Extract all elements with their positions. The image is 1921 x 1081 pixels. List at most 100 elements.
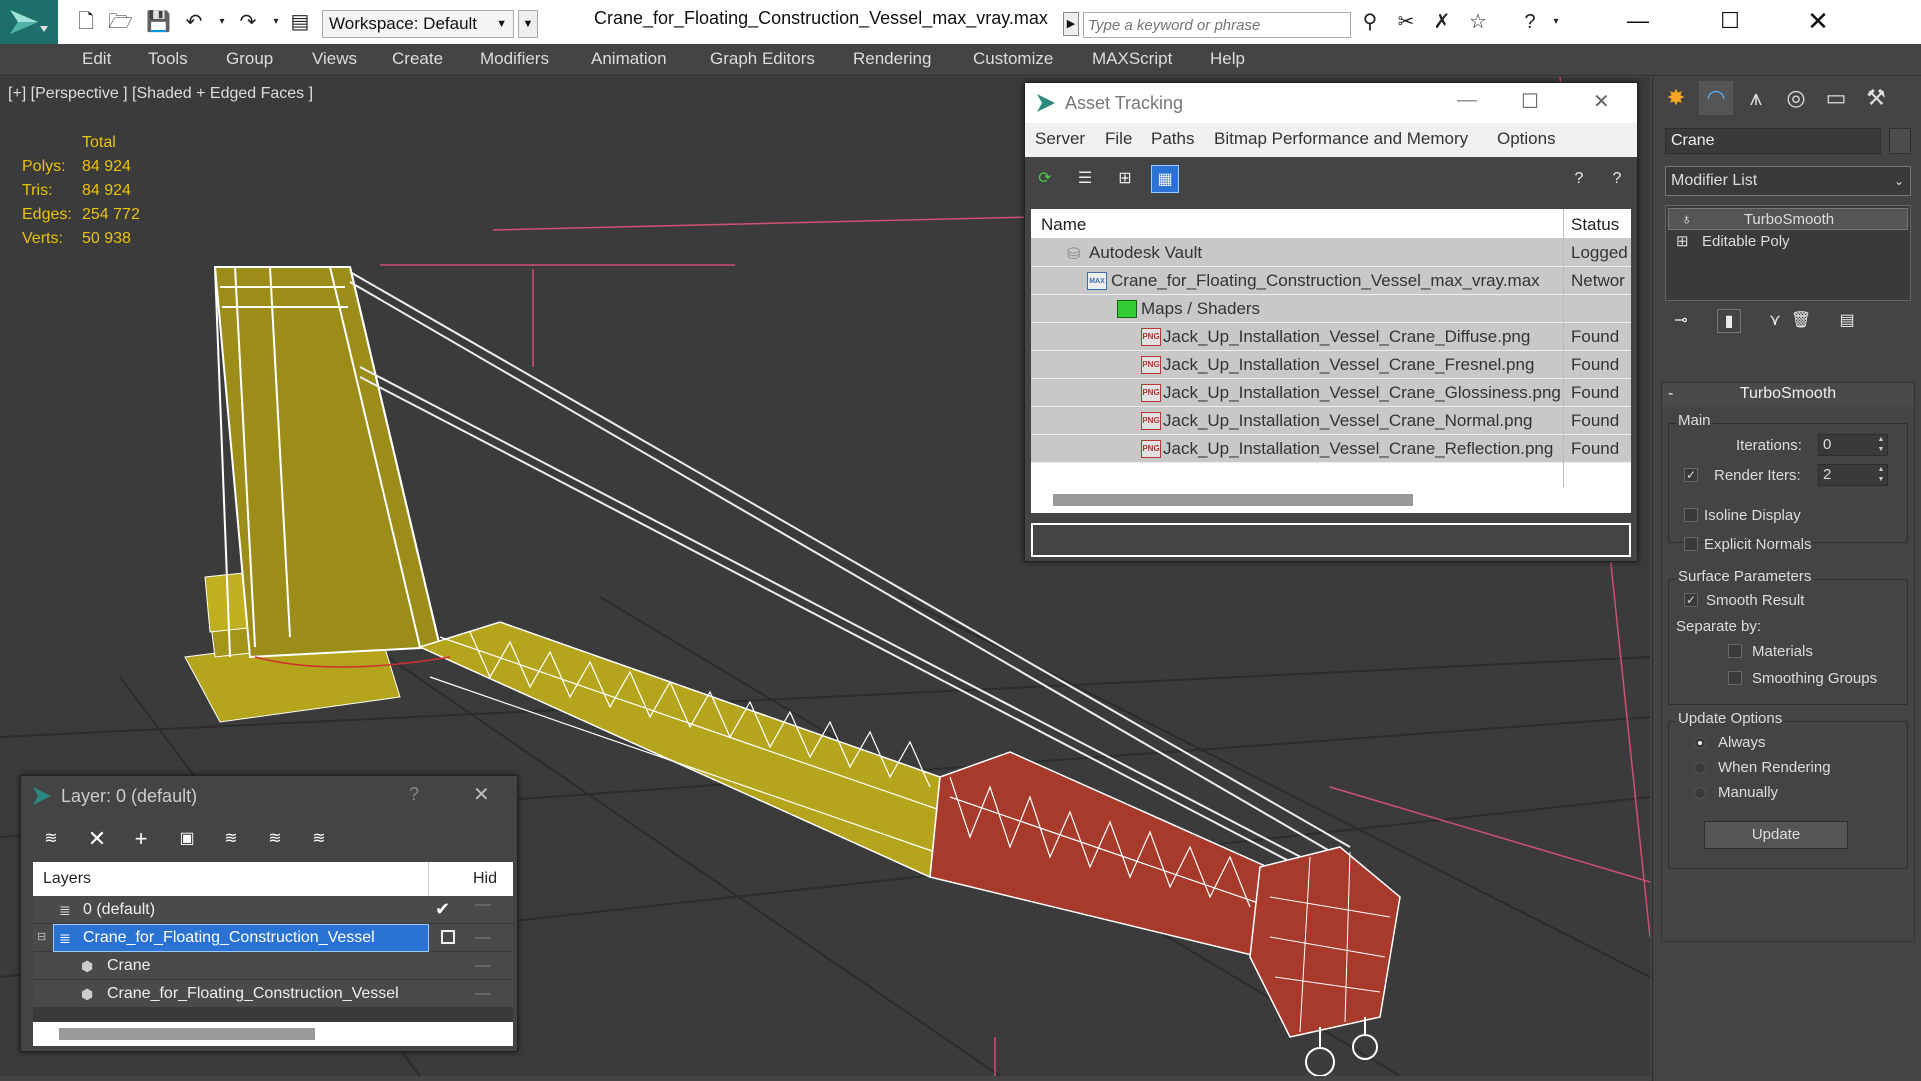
- asset-path-field[interactable]: [1031, 523, 1631, 557]
- show-end-result-icon[interactable]: ▮: [1717, 309, 1741, 333]
- delete-layer-icon[interactable]: ✕: [83, 825, 111, 853]
- scrollbar-thumb[interactable]: [1053, 494, 1413, 506]
- hide-toggle[interactable]: [475, 993, 491, 995]
- configure-modifier-sets-icon[interactable]: ▤: [1835, 309, 1859, 333]
- menu-group[interactable]: Group: [226, 49, 273, 69]
- asset-row[interactable]: PNG Jack_Up_Installation_Vessel_Crane_Re…: [1031, 435, 1631, 463]
- tools-icon[interactable]: ✂: [1394, 11, 1418, 33]
- minimize-button[interactable]: —: [1618, 6, 1658, 36]
- new-file-icon[interactable]: 🗋: [74, 11, 98, 33]
- horizontal-scrollbar[interactable]: [33, 1022, 513, 1046]
- layer-row[interactable]: ⬢ Crane_for_Floating_Construction_Vessel: [33, 980, 513, 1008]
- table-view-icon[interactable]: ▦: [1151, 165, 1179, 193]
- hide-toggle[interactable]: [475, 937, 491, 939]
- motion-tab-icon[interactable]: ◎: [1779, 81, 1813, 115]
- layer-row[interactable]: ≣ 0 (default) ✔: [33, 896, 513, 924]
- stack-item-turbosmooth[interactable]: ♁ TurboSmooth: [1668, 208, 1908, 230]
- explicit-normals-checkbox[interactable]: [1684, 537, 1698, 551]
- menu-edit[interactable]: Edit: [82, 49, 111, 69]
- object-name-field[interactable]: Crane: [1665, 128, 1881, 154]
- display-tab-icon[interactable]: ▭: [1819, 81, 1853, 115]
- menu-graph-editors[interactable]: Graph Editors: [710, 49, 815, 69]
- render-iters-checkbox[interactable]: ✓: [1684, 468, 1698, 482]
- menu-views[interactable]: Views: [312, 49, 357, 69]
- asset-row[interactable]: PNG Jack_Up_Installation_Vessel_Crane_Di…: [1031, 323, 1631, 351]
- modify-tab-icon[interactable]: ◠: [1699, 81, 1733, 115]
- menu-options[interactable]: Options: [1497, 129, 1556, 149]
- close-button[interactable]: ✕: [1593, 89, 1610, 114]
- utilities-tab-icon[interactable]: ⚒: [1859, 81, 1893, 115]
- keyword-search-input[interactable]: [1083, 12, 1351, 38]
- column-hide[interactable]: Hid: [473, 870, 497, 888]
- maximize-button[interactable]: ☐: [1521, 89, 1539, 114]
- refresh-icon[interactable]: ⟳: [1031, 165, 1059, 193]
- binoculars-icon[interactable]: ⚲: [1358, 11, 1382, 33]
- materials-checkbox[interactable]: [1728, 644, 1742, 658]
- help-dropdown-icon[interactable]: ▾: [1544, 11, 1568, 33]
- isoline-display-checkbox[interactable]: [1684, 508, 1698, 522]
- hide-toggle[interactable]: [475, 904, 491, 906]
- new-layer-icon[interactable]: ≋: [37, 825, 65, 853]
- horizontal-scrollbar[interactable]: [1031, 487, 1631, 513]
- create-tab-icon[interactable]: ✸: [1659, 81, 1693, 115]
- spinner-arrows-icon[interactable]: ▲ ▼: [1875, 465, 1887, 485]
- menu-server[interactable]: Server: [1035, 129, 1085, 149]
- redo-dropdown-icon[interactable]: ▾: [264, 11, 288, 33]
- close-window-button[interactable]: ✕: [1798, 6, 1838, 36]
- menu-bitmap-performance[interactable]: Bitmap Performance and Memory: [1214, 129, 1468, 149]
- tree-view-icon[interactable]: ⊞: [1111, 165, 1139, 193]
- save-icon[interactable]: 💾: [146, 11, 171, 33]
- menu-help[interactable]: Help: [1210, 49, 1245, 69]
- update-button[interactable]: Update: [1704, 821, 1848, 849]
- menu-maxscript[interactable]: MAXScript: [1092, 49, 1172, 69]
- project-folder-icon[interactable]: ▤: [288, 11, 312, 33]
- workspace-dropdown[interactable]: Workspace: Default ▼: [322, 10, 514, 38]
- undo-dropdown-icon[interactable]: ▾: [210, 11, 234, 33]
- hide-unhide-icon[interactable]: ≋: [261, 825, 289, 853]
- help-icon[interactable]: ?: [1518, 11, 1542, 33]
- asset-row[interactable]: ⛁ Autodesk Vault Logged: [1031, 239, 1631, 267]
- help-icon[interactable]: ?: [1603, 165, 1631, 193]
- asset-row[interactable]: PNG Jack_Up_Installation_Vessel_Crane_No…: [1031, 407, 1631, 435]
- make-unique-icon[interactable]: ⋎: [1763, 309, 1787, 333]
- hide-toggle[interactable]: [475, 965, 491, 967]
- help-button[interactable]: ?: [409, 784, 419, 805]
- radio-when-rendering[interactable]: [1694, 762, 1706, 774]
- smooth-result-checkbox[interactable]: ✓: [1684, 593, 1698, 607]
- viewport-label[interactable]: [+] [Perspective ] [Shaded + Edged Faces…: [8, 85, 313, 103]
- open-file-icon[interactable]: 🗁: [108, 11, 133, 33]
- asset-row[interactable]: PNG Jack_Up_Installation_Vessel_Crane_Fr…: [1031, 351, 1631, 379]
- add-to-layer-icon[interactable]: +: [127, 825, 155, 853]
- workspace-menu-button[interactable]: ▼: [518, 10, 538, 38]
- network-help-icon[interactable]: ?: [1565, 165, 1593, 193]
- layer-row-selected[interactable]: ⊟ ≣ Crane_for_Floating_Construction_Vess…: [33, 924, 513, 952]
- sign-in-icon[interactable]: ✗: [1430, 11, 1454, 33]
- asset-row[interactable]: PNG Jack_Up_Installation_Vessel_Crane_Gl…: [1031, 379, 1631, 407]
- smoothing-groups-checkbox[interactable]: [1728, 671, 1742, 685]
- menu-modifiers[interactable]: Modifiers: [480, 49, 549, 69]
- menu-rendering[interactable]: Rendering: [853, 49, 931, 69]
- menu-tools[interactable]: Tools: [148, 49, 188, 69]
- iterations-spinner[interactable]: 0 ▲ ▼: [1818, 434, 1888, 456]
- menu-animation[interactable]: Animation: [591, 49, 667, 69]
- set-current-layer-box[interactable]: [441, 930, 455, 944]
- redo-icon[interactable]: ↷: [236, 11, 260, 33]
- asset-row[interactable]: MAX Crane_for_Floating_Construction_Vess…: [1031, 267, 1631, 295]
- collapse-icon[interactable]: ⊟: [37, 930, 46, 943]
- modifier-list-dropdown[interactable]: Modifier List ⌄: [1665, 166, 1911, 196]
- maximize-button[interactable]: ☐: [1710, 6, 1750, 36]
- scrollbar-thumb[interactable]: [59, 1028, 315, 1040]
- asset-row[interactable]: Maps / Shaders: [1031, 295, 1631, 323]
- menu-customize[interactable]: Customize: [973, 49, 1053, 69]
- hierarchy-tab-icon[interactable]: ⩚: [1739, 81, 1773, 115]
- freeze-layers-icon[interactable]: ≋: [305, 825, 333, 853]
- close-button[interactable]: ✕: [473, 782, 490, 807]
- stack-item-editable-poly[interactable]: ⊞ Editable Poly: [1668, 231, 1908, 253]
- radio-always[interactable]: [1694, 737, 1706, 749]
- radio-manually[interactable]: [1694, 787, 1706, 799]
- object-color-swatch[interactable]: [1889, 128, 1911, 154]
- render-iters-spinner[interactable]: 2 ▲ ▼: [1818, 464, 1888, 486]
- layer-window-titlebar[interactable]: Layer: 0 (default) ? ✕: [21, 776, 517, 816]
- menu-file[interactable]: File: [1105, 129, 1132, 149]
- column-status[interactable]: Status: [1571, 215, 1619, 235]
